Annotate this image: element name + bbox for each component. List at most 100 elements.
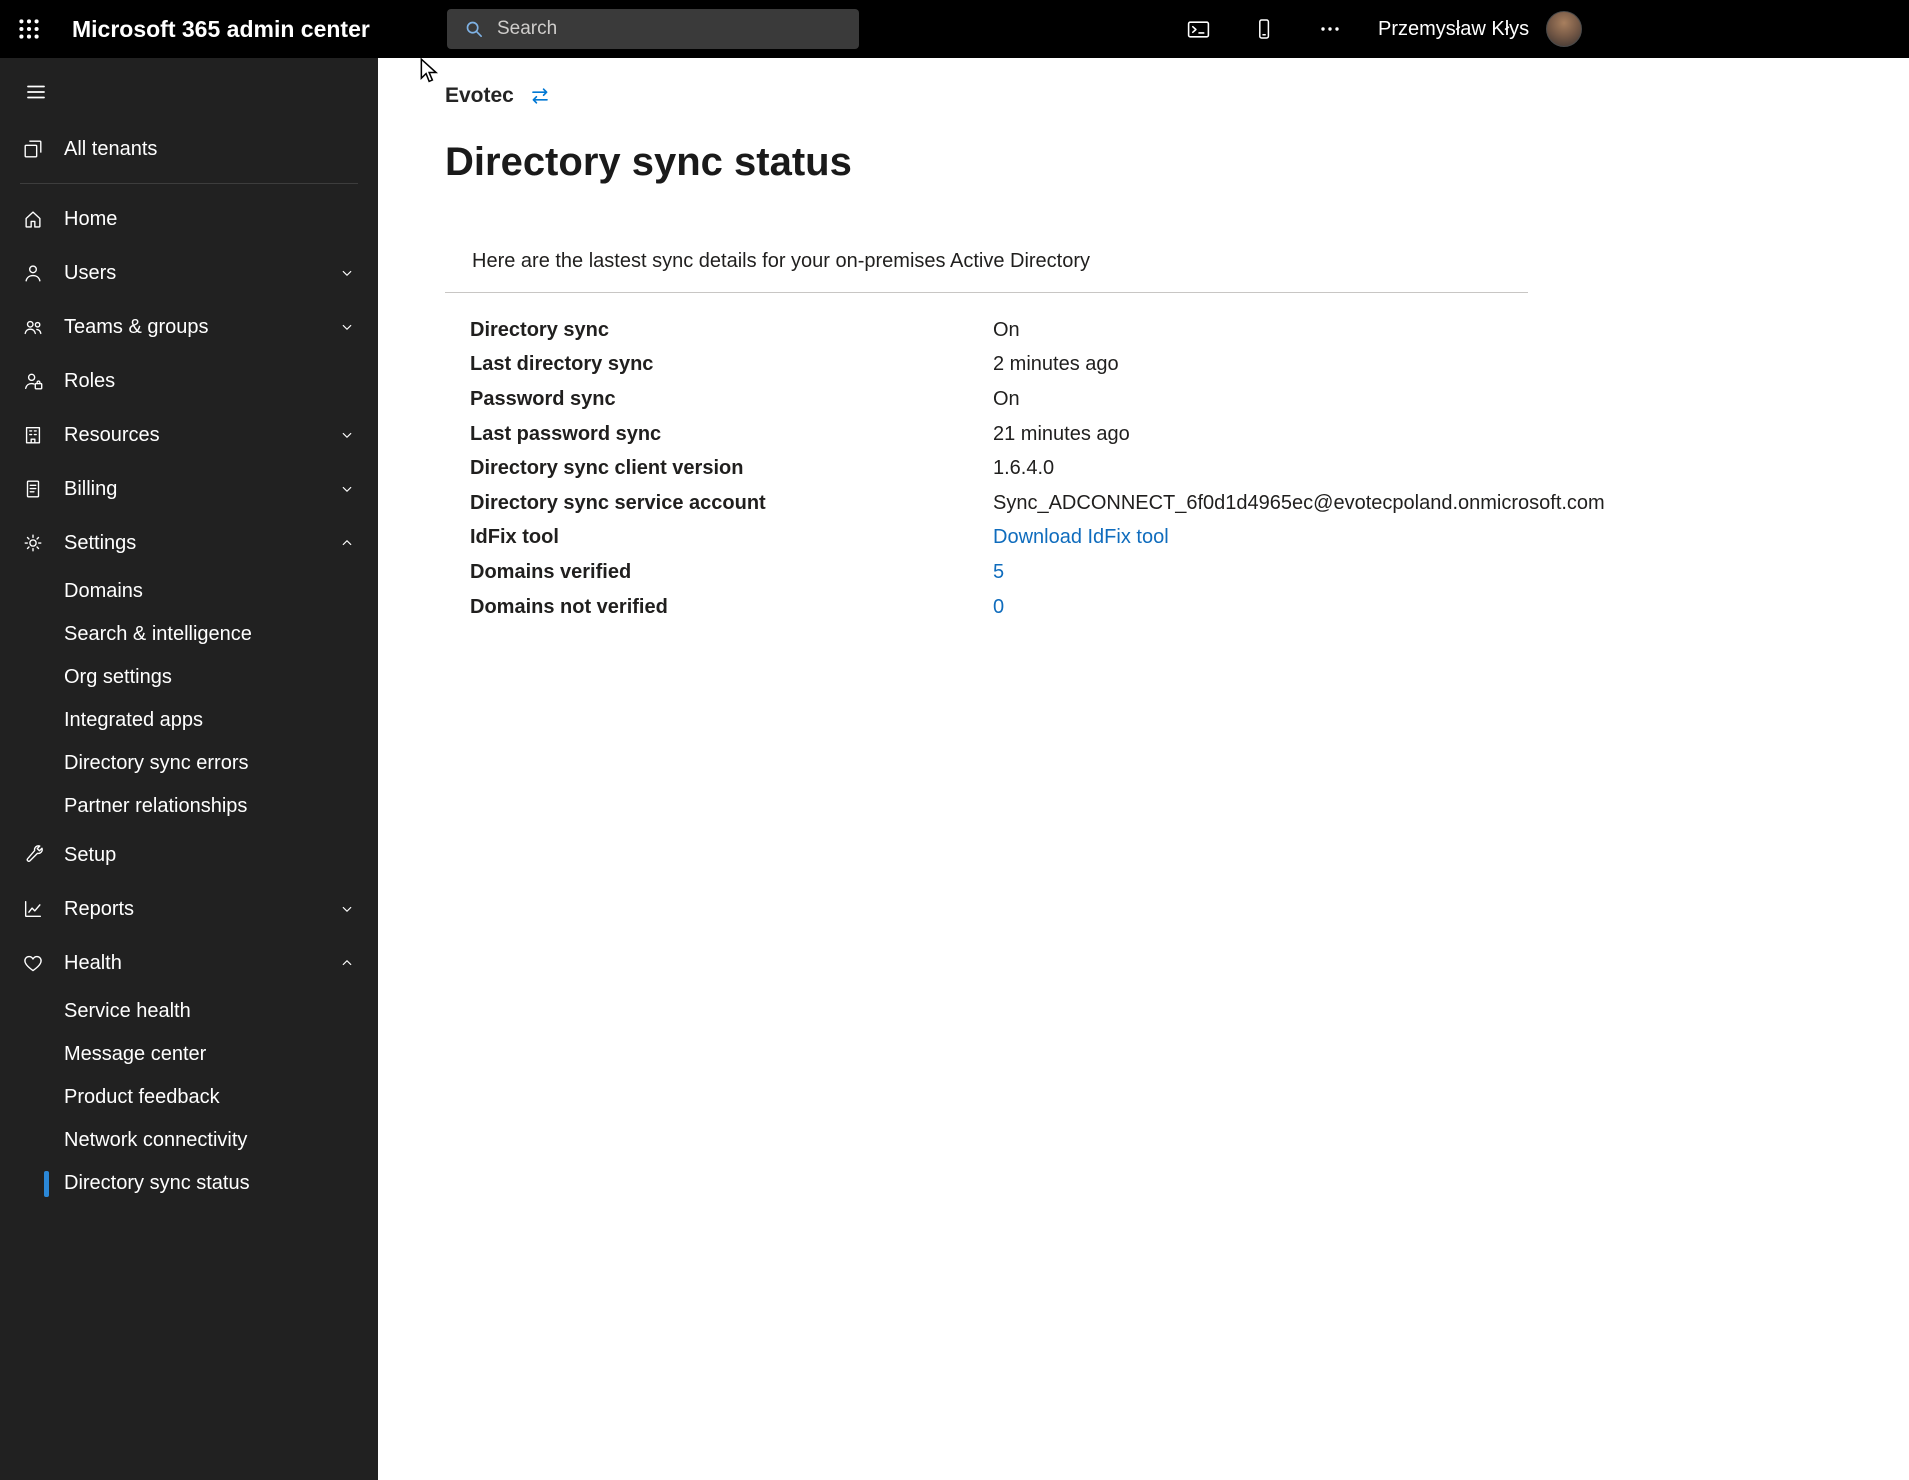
sidebar-item-label: Settings bbox=[64, 531, 137, 554]
sidebar-item-label: Roles bbox=[64, 369, 116, 392]
sidebar-item-partner-relationships[interactable]: Partner relationships bbox=[0, 785, 378, 828]
user-name[interactable]: Przemysław Kłys bbox=[1378, 18, 1529, 41]
table-row: Password sync On bbox=[470, 382, 1909, 417]
mobile-app-button[interactable] bbox=[1242, 0, 1286, 58]
selected-indicator bbox=[44, 1170, 49, 1197]
download-idfix-link[interactable]: Download IdFix tool bbox=[993, 526, 1909, 549]
waffle-icon bbox=[19, 19, 39, 39]
sidebar: All tenants Home Users Teams & groups Ro… bbox=[0, 58, 378, 1480]
sidebar-item-domains[interactable]: Domains bbox=[0, 570, 378, 613]
sidebar-subitem-label: Directory sync errors bbox=[64, 752, 249, 774]
users-icon bbox=[22, 262, 44, 284]
sidebar-item-network-connectivity[interactable]: Network connectivity bbox=[0, 1119, 378, 1162]
sidebar-item-label: Setup bbox=[64, 843, 117, 866]
domains-verified-link[interactable]: 5 bbox=[993, 561, 1909, 584]
sidebar-item-settings[interactable]: Settings bbox=[0, 516, 378, 570]
tenant-switch-button[interactable] bbox=[528, 84, 552, 108]
sidebar-item-health[interactable]: Health bbox=[0, 936, 378, 990]
sidebar-item-integrated-apps[interactable]: Integrated apps bbox=[0, 699, 378, 742]
sidebar-subitem-label: Product feedback bbox=[64, 1086, 220, 1108]
detail-label: Domains not verified bbox=[470, 595, 668, 618]
table-row: Domains verified 5 bbox=[470, 555, 1909, 590]
sidebar-item-directory-sync-status[interactable]: Directory sync status bbox=[0, 1162, 378, 1205]
sidebar-subitem-label: Network connectivity bbox=[64, 1129, 248, 1151]
sidebar-item-label: Home bbox=[64, 207, 118, 230]
sidebar-item-label: Billing bbox=[64, 477, 118, 500]
detail-value: Sync_ADCONNECT_6f0d1d4965ec@evotecpoland… bbox=[993, 491, 1605, 514]
gear-icon bbox=[22, 532, 44, 554]
sidebar-item-resources[interactable]: Resources bbox=[0, 408, 378, 462]
sidebar-subitem-label: Directory sync status bbox=[64, 1172, 250, 1194]
chevron-down-icon bbox=[338, 318, 356, 336]
breadcrumb: Evotec bbox=[445, 84, 1909, 108]
sidebar-item-directory-sync-errors[interactable]: Directory sync errors bbox=[0, 742, 378, 785]
console-button[interactable] bbox=[1176, 0, 1220, 58]
avatar[interactable] bbox=[1546, 11, 1583, 47]
console-icon bbox=[1187, 20, 1209, 38]
topbar: Microsoft 365 admin center Przemysław Kł… bbox=[0, 0, 1909, 58]
chevron-down-icon bbox=[338, 426, 356, 444]
sidebar-item-all-tenants[interactable]: All tenants bbox=[0, 122, 378, 176]
detail-label: Directory sync client version bbox=[470, 457, 744, 480]
ellipsis-icon bbox=[1321, 27, 1339, 31]
chart-icon bbox=[22, 898, 44, 920]
roles-icon bbox=[22, 370, 44, 392]
all-tenants-icon bbox=[22, 138, 44, 160]
detail-value: 21 minutes ago bbox=[993, 422, 1130, 445]
chevron-down-icon bbox=[338, 264, 356, 282]
sidebar-item-org-settings[interactable]: Org settings bbox=[0, 656, 378, 699]
teams-groups-icon bbox=[22, 316, 44, 338]
sidebar-item-label: Teams & groups bbox=[64, 315, 209, 338]
domains-not-verified-link[interactable]: 0 bbox=[993, 596, 1909, 619]
detail-value: On bbox=[993, 318, 1020, 341]
wrench-icon bbox=[22, 844, 44, 866]
sidebar-item-billing[interactable]: Billing bbox=[0, 462, 378, 516]
sidebar-item-product-feedback[interactable]: Product feedback bbox=[0, 1076, 378, 1119]
sync-details-table: Directory sync On Last directory sync 2 … bbox=[445, 313, 1909, 624]
detail-label: Last directory sync bbox=[470, 353, 654, 376]
detail-value: 2 minutes ago bbox=[993, 353, 1119, 376]
sidebar-subitem-label: Message center bbox=[64, 1043, 207, 1065]
chevron-down-icon bbox=[338, 480, 356, 498]
chevron-up-icon bbox=[338, 534, 356, 552]
chevron-up-icon bbox=[338, 954, 356, 972]
nav-collapse-button[interactable] bbox=[14, 70, 58, 114]
detail-label: Last password sync bbox=[470, 422, 662, 445]
sidebar-item-roles[interactable]: Roles bbox=[0, 354, 378, 408]
page-title: Directory sync status bbox=[445, 140, 852, 184]
detail-label: Password sync bbox=[470, 387, 616, 410]
app-title[interactable]: Microsoft 365 admin center bbox=[72, 16, 370, 43]
sidebar-item-service-health[interactable]: Service health bbox=[0, 990, 378, 1033]
resources-icon bbox=[22, 424, 44, 446]
sidebar-item-setup[interactable]: Setup bbox=[0, 828, 378, 882]
sidebar-item-teams-groups[interactable]: Teams & groups bbox=[0, 300, 378, 354]
sidebar-subitem-label: Service health bbox=[64, 1000, 191, 1022]
detail-label: Domains verified bbox=[470, 560, 632, 583]
swap-arrows-icon bbox=[532, 88, 548, 104]
sidebar-item-label: Users bbox=[64, 261, 117, 284]
divider bbox=[445, 292, 1528, 293]
app-launcher-button[interactable] bbox=[0, 0, 58, 58]
detail-label: Directory sync service account bbox=[470, 491, 766, 514]
hamburger-icon bbox=[27, 85, 45, 99]
sidebar-item-home[interactable]: Home bbox=[0, 192, 378, 246]
sidebar-item-users[interactable]: Users bbox=[0, 246, 378, 300]
search-input[interactable] bbox=[497, 18, 847, 40]
detail-value: On bbox=[993, 387, 1020, 410]
table-row: Last password sync 21 minutes ago bbox=[470, 417, 1909, 452]
heart-icon bbox=[22, 952, 44, 974]
sidebar-item-search-intelligence[interactable]: Search & intelligence bbox=[0, 613, 378, 656]
sidebar-item-label: Resources bbox=[64, 423, 160, 446]
billing-icon bbox=[22, 478, 44, 500]
chevron-down-icon bbox=[338, 900, 356, 918]
detail-label: IdFix tool bbox=[470, 526, 559, 549]
table-row: Last directory sync 2 minutes ago bbox=[470, 348, 1909, 383]
table-row: Directory sync client version 1.6.4.0 bbox=[470, 451, 1909, 486]
sidebar-item-label: All tenants bbox=[64, 137, 158, 160]
table-row: IdFix tool Download IdFix tool bbox=[470, 521, 1909, 556]
sidebar-item-reports[interactable]: Reports bbox=[0, 882, 378, 936]
search-box[interactable] bbox=[447, 9, 859, 49]
more-button[interactable] bbox=[1308, 0, 1352, 58]
home-icon bbox=[22, 208, 44, 230]
sidebar-item-message-center[interactable]: Message center bbox=[0, 1033, 378, 1076]
